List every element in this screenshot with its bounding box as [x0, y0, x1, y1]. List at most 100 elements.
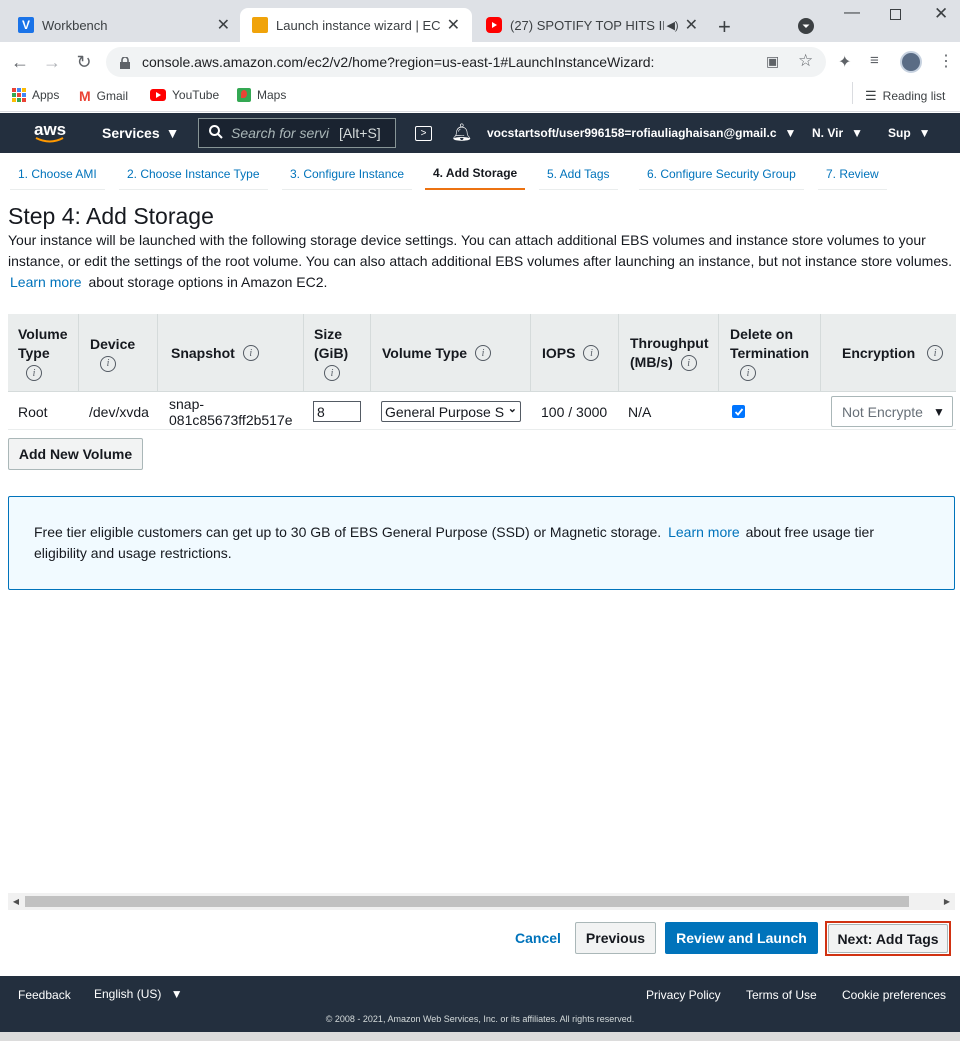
cell-iops: 100 / 3000 — [541, 403, 608, 420]
terms-of-use-link[interactable]: Terms of Use — [746, 988, 817, 1002]
page-title: Step 4: Add Storage — [8, 203, 214, 229]
step-choose-ami[interactable]: 1. Choose AMI — [10, 158, 105, 190]
step-add-tags[interactable]: 5. Add Tags — [539, 158, 618, 190]
bookmark-divider — [852, 82, 853, 104]
maps-icon — [237, 88, 251, 102]
horizontal-scrollbar[interactable]: ◀ ▶ — [8, 893, 955, 910]
aws-footer: Feedback English (US) ▼ Privacy Policy T… — [0, 976, 960, 1032]
encryption-select[interactable]: Not Encrypte ▼ — [831, 396, 953, 427]
aws-console-nav: aws Services ▼ Search for servi [Alt+S] … — [0, 113, 960, 153]
scrollbar-thumb[interactable] — [25, 896, 909, 907]
browser-tab-workbench[interactable]: V Workbench ✕ — [6, 8, 242, 42]
new-tab-icon[interactable]: + — [718, 14, 731, 40]
col-iops: IOPS i — [531, 314, 619, 392]
services-menu[interactable]: Services ▼ — [102, 113, 179, 153]
service-search-input[interactable]: Search for servi [Alt+S] — [198, 118, 396, 148]
step-choose-instance-type[interactable]: 2. Choose Instance Type — [119, 158, 268, 190]
cell-throughput: N/A — [628, 403, 652, 420]
caret-down-icon: ▼ — [165, 125, 180, 141]
extensions-icon[interactable]: ✦ — [838, 52, 851, 72]
cell-encryption: Not Encrypte ▼ — [831, 393, 953, 430]
caret-down-icon: ▼ — [926, 397, 952, 426]
copyright: © 2008 - 2021, Amazon Web Services, Inc.… — [325, 1014, 635, 1024]
lock-icon — [120, 56, 130, 69]
delete-on-termination-checkbox[interactable] — [732, 405, 745, 418]
step-review[interactable]: 7. Review — [818, 158, 887, 190]
info-icon[interactable]: i — [680, 355, 697, 372]
cookie-preferences-link[interactable]: Cookie preferences — [842, 988, 946, 1002]
reload-icon[interactable]: ↻ — [73, 51, 95, 73]
cell-snapshot: snap- 081c85673ff2b517e — [169, 395, 293, 428]
bookmark-maps[interactable]: Maps — [237, 88, 286, 102]
notifications-bell-icon[interactable]: 🔔︎ — [451, 113, 473, 153]
info-icon[interactable]: i — [324, 365, 340, 381]
tab-search-icon[interactable] — [798, 18, 814, 34]
cloudshell-icon[interactable]: > — [415, 113, 432, 153]
avatar[interactable] — [900, 51, 922, 73]
address-bar[interactable]: console.aws.amazon.com/ec2/v2/home?regio… — [106, 47, 826, 77]
close-window-icon[interactable]: ✕ — [934, 4, 948, 24]
previous-button[interactable]: Previous — [575, 922, 656, 954]
page-description: Your instance will be launched with the … — [8, 232, 953, 290]
back-icon[interactable]: ← — [9, 51, 31, 73]
scroll-right-icon[interactable]: ▶ — [939, 893, 955, 910]
review-and-launch-button[interactable]: Review and Launch — [665, 922, 818, 954]
size-input[interactable]: 8 — [313, 401, 361, 422]
browser-tab-spotify[interactable]: (27) SPOTIFY TOP HITS INDO ◀) ✕ — [474, 8, 710, 42]
browser-menu-icon[interactable]: ⋮ — [938, 51, 954, 71]
bookmark-youtube[interactable]: YouTube — [150, 88, 219, 102]
aws-logo[interactable]: aws — [34, 113, 66, 153]
learn-more-free-tier-link[interactable]: Learn more — [668, 524, 740, 540]
next-add-tags-button[interactable]: Next: Add Tags — [828, 924, 948, 953]
learn-more-storage-link[interactable]: Learn more — [10, 274, 82, 290]
minimize-window-icon[interactable]: — — [844, 4, 860, 22]
info-icon[interactable]: i — [242, 345, 259, 361]
search-icon — [209, 124, 223, 142]
close-tab-icon[interactable]: ✕ — [447, 15, 460, 35]
info-icon[interactable]: i — [583, 345, 600, 361]
aws-box-icon — [252, 17, 268, 33]
window-bottom-edge — [0, 1032, 960, 1041]
info-icon[interactable]: i — [100, 355, 116, 372]
privacy-policy-link[interactable]: Privacy Policy — [646, 988, 721, 1002]
info-icon[interactable]: i — [927, 345, 944, 361]
feedback-link[interactable]: Feedback — [18, 988, 71, 1002]
free-tier-info-box: Free tier eligible customers can get up … — [8, 496, 955, 590]
qr-code-icon[interactable]: ▣ — [766, 53, 779, 70]
add-new-volume-button[interactable]: Add New Volume — [8, 438, 143, 470]
language-select[interactable]: English (US) ▼ — [94, 987, 183, 1001]
region-menu[interactable]: N. Vir ▼ — [812, 113, 863, 153]
audio-playing-icon[interactable]: ◀) — [666, 19, 678, 32]
scroll-left-icon[interactable]: ◀ — [8, 893, 24, 910]
close-tab-icon[interactable]: ✕ — [217, 15, 230, 35]
bookmarks-bar: Apps M Gmail YouTube Maps ☰ Reading list — [0, 82, 960, 112]
account-menu[interactable]: vocstartsoft/user996158=rofiauliaghaisan… — [487, 113, 796, 153]
close-tab-icon[interactable]: ✕ — [685, 15, 698, 35]
step-configure-instance[interactable]: 3. Configure Instance — [282, 158, 413, 190]
support-menu[interactable]: Sup ▼ — [888, 113, 931, 153]
youtube-icon — [486, 17, 502, 33]
url-text: console.aws.amazon.com/ec2/v2/home?regio… — [142, 54, 655, 70]
info-icon[interactable]: i — [740, 365, 756, 381]
col-encryption: Encryption i — [821, 314, 956, 392]
info-icon[interactable]: i — [26, 365, 42, 381]
forward-icon[interactable]: → — [41, 51, 63, 73]
info-icon[interactable]: i — [475, 345, 492, 361]
step-add-storage[interactable]: 4. Add Storage — [425, 158, 526, 190]
step-configure-security-group[interactable]: 6. Configure Security Group — [639, 158, 804, 190]
table-row: Root /dev/xvda snap- 081c85673ff2b517e 8… — [8, 393, 956, 430]
browser-tab-launch-wizard[interactable]: Launch instance wizard | EC2 Ma ✕ — [240, 8, 472, 42]
bookmark-apps[interactable]: Apps — [12, 88, 59, 102]
col-volume-type-select: Volume Type i — [371, 314, 531, 392]
volume-type-select[interactable]: General Purpose S ⌄ — [381, 401, 521, 422]
maximize-window-icon[interactable] — [890, 9, 901, 20]
bookmark-star-icon[interactable]: ☆ — [798, 51, 813, 71]
cell-device: /dev/xvda — [89, 403, 149, 420]
reading-list-button[interactable]: ☰ Reading list — [865, 88, 945, 104]
col-snapshot: Snapshot i — [158, 314, 304, 392]
caret-down-icon: ▼ — [784, 126, 797, 140]
bookmark-gmail[interactable]: M Gmail — [79, 88, 128, 104]
media-control-icon[interactable]: ≡ — [870, 52, 879, 69]
cancel-button[interactable]: Cancel — [505, 922, 571, 954]
caret-down-icon: ▼ — [851, 126, 864, 140]
